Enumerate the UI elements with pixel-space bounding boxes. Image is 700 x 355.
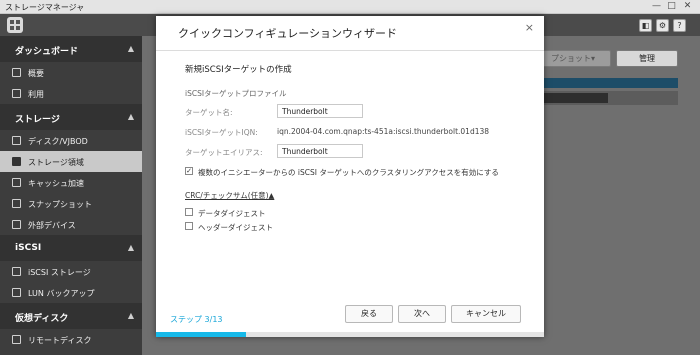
data-digest-label: データダイジェスト xyxy=(198,209,266,218)
chevron-up-icon[interactable]: ▲ xyxy=(128,112,134,121)
disk-icon xyxy=(12,136,21,145)
sidebar-section-storage[interactable]: ストレージ ▲ xyxy=(0,104,142,130)
sidebar-item-snapshot[interactable]: スナップショット xyxy=(0,193,142,214)
sidebar-item-storage-space[interactable]: ストレージ領域 xyxy=(0,151,142,172)
sidebar-item-label: スナップショット xyxy=(28,200,92,209)
snapshot-icon xyxy=(12,199,21,208)
volume-header-band xyxy=(538,78,678,88)
iqn-label: iSCSIターゲットIQN: xyxy=(185,128,258,137)
sidebar: ダッシュボード ▲ 概要 利用 ストレージ ▲ ディスク/VJBOD ストレージ… xyxy=(0,36,142,355)
sidebar-item-label: 概要 xyxy=(28,69,44,78)
manage-button[interactable]: 管理 xyxy=(616,50,678,67)
cache-icon xyxy=(12,178,21,187)
chevron-up-icon[interactable]: ▲ xyxy=(128,243,134,252)
snapshot-button[interactable]: プショット▾ xyxy=(535,50,611,67)
storage-icon[interactable]: ◧ xyxy=(639,19,652,32)
section-label: iSCSI xyxy=(15,243,42,253)
chevron-up-icon[interactable]: ▲ xyxy=(128,311,134,320)
sidebar-item-cache[interactable]: キャッシュ加速 xyxy=(0,172,142,193)
close-window-icon[interactable]: ✕ xyxy=(682,1,693,12)
close-icon[interactable]: × xyxy=(525,21,534,34)
usage-icon xyxy=(12,89,21,98)
sidebar-item-overview[interactable]: 概要 xyxy=(0,62,142,83)
target-name-label: ターゲット名: xyxy=(185,108,233,117)
usage-bar-fill xyxy=(538,93,608,103)
divider xyxy=(156,50,544,51)
sidebar-item-label: キャッシュ加速 xyxy=(28,179,84,188)
wizard-dialog: クイックコンフィギュレーションウィザード × 新規iSCSIターゲットの作成 i… xyxy=(156,16,544,337)
chevron-up-icon[interactable]: ▲ xyxy=(128,44,134,53)
back-button[interactable]: 戻る xyxy=(345,305,393,323)
clustering-label: 複数のイニシエーターからの iSCSI ターゲットへのクラスタリングアクセスを有… xyxy=(198,168,499,177)
sidebar-item-label: 利用 xyxy=(28,90,44,99)
header-digest-label: ヘッダーダイジェスト xyxy=(198,223,273,232)
profile-label: iSCSIターゲットプロファイル xyxy=(185,89,287,98)
usage-bar xyxy=(538,91,678,105)
dialog-title: クイックコンフィギュレーションウィザード xyxy=(178,27,398,40)
section-heading: 新規iSCSIターゲットの作成 xyxy=(185,65,292,75)
section-label: 仮想ディスク xyxy=(15,314,69,324)
sidebar-item-label: ストレージ領域 xyxy=(28,158,84,167)
storage-space-icon xyxy=(12,157,21,166)
sidebar-item-label: iSCSI ストレージ xyxy=(28,268,91,277)
sidebar-item-label: 外部デバイス xyxy=(28,221,76,230)
gear-icon[interactable]: ⚙ xyxy=(656,19,669,32)
help-icon[interactable]: ? xyxy=(673,19,686,32)
minimize-icon[interactable]: — xyxy=(651,1,662,12)
clustering-checkbox[interactable]: ✓ xyxy=(185,167,193,175)
section-label: ストレージ xyxy=(15,115,60,125)
window-titlebar: ストレージマネージャ — □ ✕ xyxy=(0,0,700,14)
wizard-progress-bar xyxy=(156,332,544,337)
sidebar-section-virtual-disk[interactable]: 仮想ディスク ▲ xyxy=(0,303,142,329)
window-title: ストレージマネージャ xyxy=(5,3,85,12)
header-digest-checkbox[interactable] xyxy=(185,222,193,230)
overview-icon xyxy=(12,68,21,77)
cancel-button[interactable]: キャンセル xyxy=(451,305,521,323)
sidebar-section-dashboard[interactable]: ダッシュボード ▲ xyxy=(0,36,142,62)
crc-toggle-link[interactable]: CRC/チェックサム(任意)▲ xyxy=(185,190,274,201)
section-label: ダッシュボード xyxy=(15,47,79,57)
next-button[interactable]: 次へ xyxy=(398,305,446,323)
sidebar-item-external-device[interactable]: 外部デバイス xyxy=(0,214,142,235)
external-device-icon xyxy=(12,220,21,229)
sidebar-item-label: LUN バックアップ xyxy=(28,289,95,298)
data-digest-checkbox[interactable] xyxy=(185,208,193,216)
iscsi-storage-icon xyxy=(12,267,21,276)
sidebar-item-usage[interactable]: 利用 xyxy=(0,83,142,104)
sidebar-item-label: ディスク/VJBOD xyxy=(28,137,88,146)
sidebar-section-iscsi[interactable]: iSCSI ▲ xyxy=(0,235,142,261)
wizard-progress-fill xyxy=(156,332,246,337)
sidebar-item-remote-disk[interactable]: リモートディスク xyxy=(0,329,142,350)
iqn-value: iqn.2004-04.com.qnap:ts-451a:iscsi.thund… xyxy=(277,127,490,136)
step-indicator: ステップ 3/13 xyxy=(170,315,223,324)
sidebar-item-label: リモートディスク xyxy=(28,336,92,345)
sidebar-item-lun-backup[interactable]: LUN バックアップ xyxy=(0,282,142,303)
target-name-input[interactable] xyxy=(277,104,363,118)
maximize-icon[interactable]: □ xyxy=(666,1,677,12)
alias-label: ターゲットエイリアス: xyxy=(185,148,263,157)
remote-disk-icon xyxy=(12,335,21,344)
sidebar-item-iscsi-storage[interactable]: iSCSI ストレージ xyxy=(0,261,142,282)
sidebar-item-disks[interactable]: ディスク/VJBOD xyxy=(0,130,142,151)
grid-app-icon[interactable] xyxy=(7,17,23,33)
lun-backup-icon xyxy=(12,288,21,297)
alias-input[interactable] xyxy=(277,144,363,158)
